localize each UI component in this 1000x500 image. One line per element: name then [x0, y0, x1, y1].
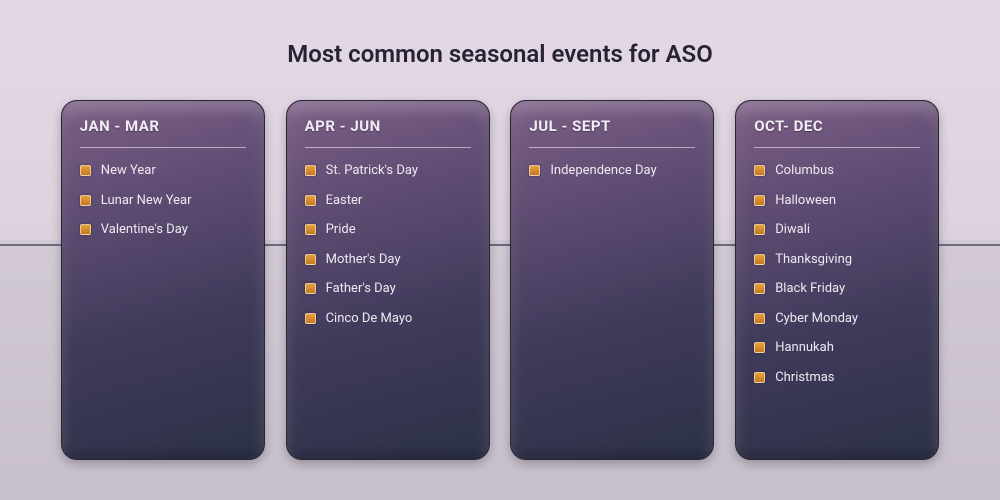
calendar-icon [754, 165, 765, 176]
list-item: New Year [80, 162, 246, 180]
list-item: Cinco De Mayo [305, 310, 471, 328]
list-item: Valentine's Day [80, 221, 246, 239]
list-item: Father's Day [305, 280, 471, 298]
list-item: Columbus [754, 162, 920, 180]
event-label: Mother's Day [326, 251, 471, 269]
calendar-icon [754, 283, 765, 294]
calendar-icon [80, 224, 91, 235]
event-label: Columbus [775, 162, 920, 180]
calendar-icon [80, 165, 91, 176]
calendar-icon [305, 224, 316, 235]
event-label: Hannukah [775, 339, 920, 357]
list-item: Cyber Monday [754, 310, 920, 328]
calendar-icon [754, 372, 765, 383]
event-label: New Year [101, 162, 246, 180]
list-item: Diwali [754, 221, 920, 239]
list-item: Easter [305, 192, 471, 210]
quarter-card-row: JAN - MAR New Year Lunar New Year Valent… [0, 100, 1000, 460]
event-list: Columbus Halloween Diwali Thanksgiving B… [754, 162, 920, 386]
event-list: St. Patrick's Day Easter Pride Mother's … [305, 162, 471, 327]
calendar-icon [305, 165, 316, 176]
event-label: Halloween [775, 192, 920, 210]
list-item: Hannukah [754, 339, 920, 357]
calendar-icon [80, 195, 91, 206]
calendar-icon [754, 254, 765, 265]
event-label: Cyber Monday [775, 310, 920, 328]
event-list: Independence Day [529, 162, 695, 180]
calendar-icon [754, 195, 765, 206]
quarter-card-q1: JAN - MAR New Year Lunar New Year Valent… [61, 100, 265, 460]
event-label: Black Friday [775, 280, 920, 298]
event-label: Diwali [775, 221, 920, 239]
event-list: New Year Lunar New Year Valentine's Day [80, 162, 246, 239]
list-item: Christmas [754, 369, 920, 387]
event-label: Easter [326, 192, 471, 210]
event-label: Lunar New Year [101, 192, 246, 210]
quarter-card-q2: APR - JUN St. Patrick's Day Easter Pride… [286, 100, 490, 460]
calendar-icon [305, 254, 316, 265]
quarter-header: JAN - MAR [80, 117, 246, 148]
list-item: Mother's Day [305, 251, 471, 269]
quarter-card-q4: OCT- DEC Columbus Halloween Diwali Thank… [735, 100, 939, 460]
event-label: Independence Day [550, 162, 695, 180]
list-item: St. Patrick's Day [305, 162, 471, 180]
calendar-icon [529, 165, 540, 176]
quarter-card-q3: JUL - SEPT Independence Day [510, 100, 714, 460]
calendar-icon [305, 313, 316, 324]
event-label: Pride [326, 221, 471, 239]
event-label: Cinco De Mayo [326, 310, 471, 328]
list-item: Independence Day [529, 162, 695, 180]
list-item: Black Friday [754, 280, 920, 298]
list-item: Lunar New Year [80, 192, 246, 210]
list-item: Pride [305, 221, 471, 239]
calendar-icon [754, 342, 765, 353]
calendar-icon [754, 224, 765, 235]
page-title: Most common seasonal events for ASO [0, 0, 1000, 68]
event-label: St. Patrick's Day [326, 162, 471, 180]
calendar-icon [305, 195, 316, 206]
calendar-icon [305, 283, 316, 294]
calendar-icon [754, 313, 765, 324]
event-label: Christmas [775, 369, 920, 387]
event-label: Father's Day [326, 280, 471, 298]
quarter-header: JUL - SEPT [529, 117, 695, 148]
list-item: Halloween [754, 192, 920, 210]
event-label: Valentine's Day [101, 221, 246, 239]
quarter-header: OCT- DEC [754, 117, 920, 148]
event-label: Thanksgiving [775, 251, 920, 269]
list-item: Thanksgiving [754, 251, 920, 269]
quarter-header: APR - JUN [305, 117, 471, 148]
